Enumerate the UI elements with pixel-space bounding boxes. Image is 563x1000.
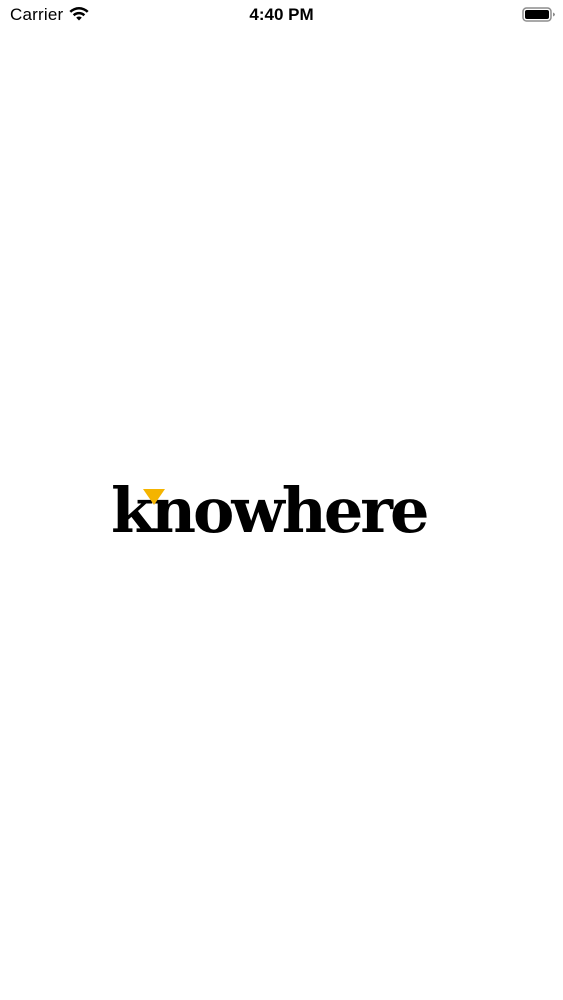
- splash-screen: knowhere: [0, 0, 563, 1000]
- triangle-down-icon: [143, 489, 165, 505]
- app-logo: knowhere: [111, 480, 453, 546]
